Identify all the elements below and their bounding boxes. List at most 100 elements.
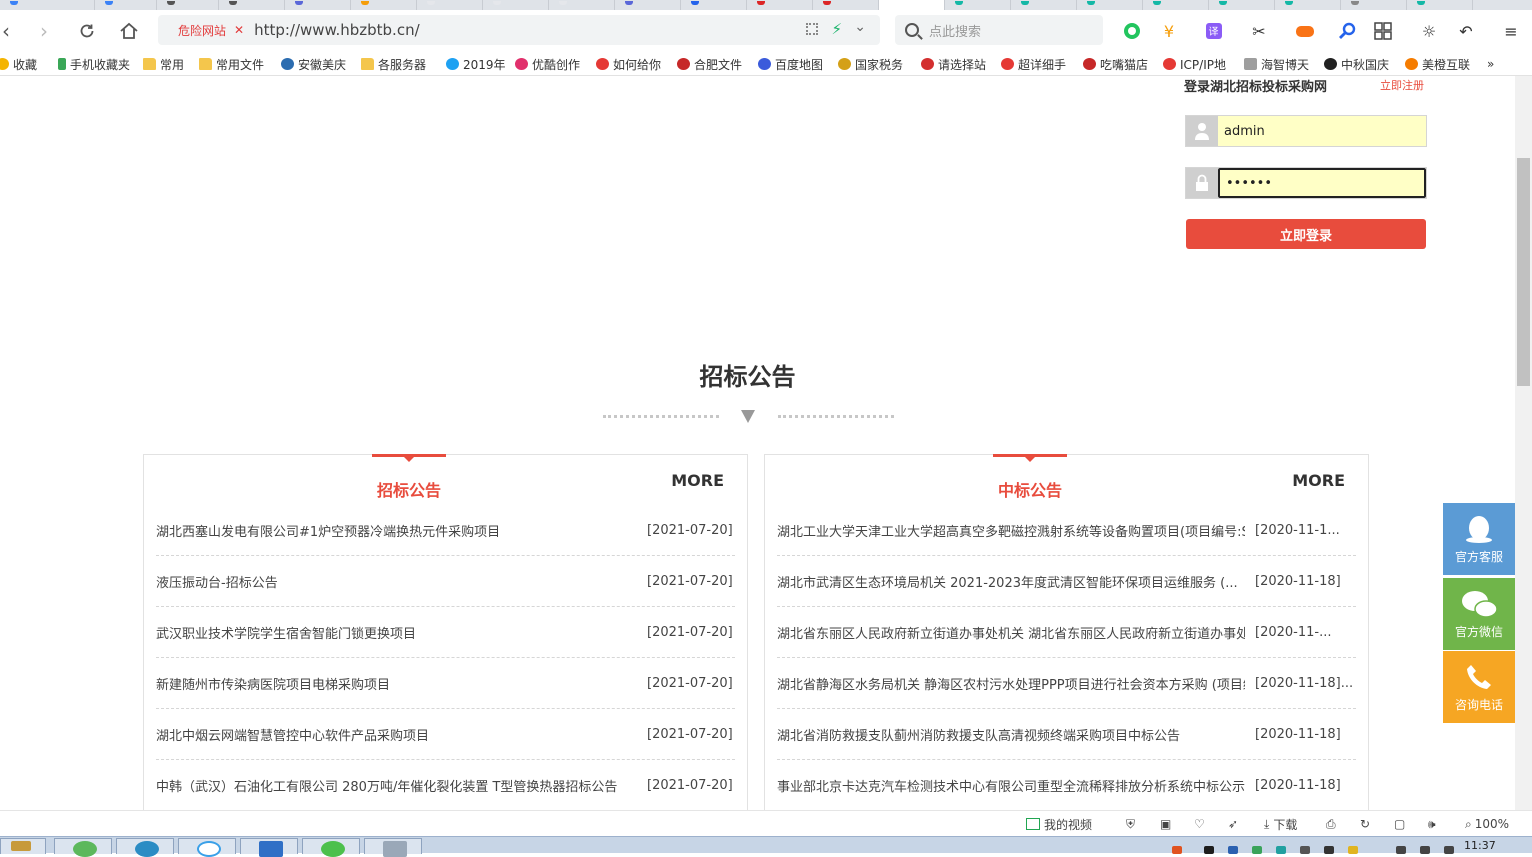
browser-tab[interactable] [1209, 0, 1275, 10]
announcement-title[interactable]: 湖北省静海区水务局机关 静海区农村污水处理PPP项目进行社会资本方采购 (项目编… [777, 674, 1245, 693]
announcement-row[interactable]: 湖北省东丽区人民政府新立街道办事处机关 湖北省东丽区人民政府新立街道办事处202… [777, 607, 1356, 658]
login-button[interactable]: 立即登录 [1186, 219, 1426, 249]
my-video-button[interactable]: 我的视频 [1026, 816, 1092, 832]
announcement-title[interactable]: 湖北省消防救援支队蓟州消防救援支队高清视频终端采购项目中标公告 [777, 725, 1180, 744]
announcement-row[interactable]: 湖北省消防救援支队蓟州消防救援支队高清视频终端采购项目中标公告 [2020-11-… [777, 709, 1356, 760]
announcement-title[interactable]: 武汉职业技术学院学生宿舍智能门锁更换项目 [156, 623, 416, 642]
announcement-row[interactable]: 湖北省静海区水务局机关 静海区农村污水处理PPP项目进行社会资本方采购 (项目编… [777, 658, 1356, 709]
print-icon[interactable]: ⎙ [1326, 816, 1336, 832]
more-link[interactable]: MORE [1292, 471, 1345, 490]
brightness-icon[interactable]: ☼ [1418, 20, 1440, 42]
taskbar-item[interactable] [240, 838, 298, 857]
announcement-title[interactable]: 新建随州市传染病医院项目电梯采购项目 [156, 674, 390, 693]
url-bar[interactable]: 危险网站 ✕ http://www.hbzbtb.cn/ ⚡ ⌄ [158, 15, 880, 45]
announcement-row[interactable]: 湖北工业大学天津工业大学超高真空多靶磁控溅射系统等设备购置项目(项目编号:SHG… [777, 505, 1356, 556]
bookmark-item[interactable]: 优酷创作 [515, 56, 580, 72]
browser-tab[interactable] [681, 0, 747, 10]
zoom-control[interactable]: ⌕ 100% [1465, 816, 1509, 832]
forward-icon[interactable]: › [32, 19, 56, 43]
bookmark-item[interactable]: 国家税务 [838, 56, 903, 72]
coupon-icon[interactable]: ¥ [1158, 20, 1180, 42]
browser-tab-active[interactable] [879, 0, 945, 10]
username-input[interactable] [1218, 116, 1426, 146]
browser-tab[interactable] [483, 0, 549, 10]
search-box[interactable]: 点此搜索 [895, 15, 1103, 45]
page-scrollbar[interactable] [1515, 76, 1532, 810]
bookmark-item[interactable]: 吃嘴猫店 [1083, 56, 1148, 72]
chevron-down-icon[interactable]: ⌄ [854, 19, 866, 35]
find-icon[interactable] [1336, 20, 1358, 42]
browser-tab[interactable] [417, 0, 483, 10]
browser-tab[interactable] [157, 0, 219, 10]
announcement-title[interactable]: 湖北省东丽区人民政府新立街道办事处机关 湖北省东丽区人民政府新立街道办事处202… [777, 623, 1245, 642]
browser-tab[interactable] [1407, 0, 1473, 10]
taskbar-item[interactable] [302, 838, 360, 857]
announcement-row[interactable]: 武汉职业技术学院学生宿舍智能门锁更换项目 [2021-07-20] [156, 607, 735, 658]
more-link[interactable]: MORE [671, 471, 724, 490]
refresh-icon[interactable] [75, 19, 99, 43]
taskbar-item[interactable] [54, 838, 112, 857]
official-wechat-button[interactable]: 官方微信 [1443, 578, 1515, 650]
browser-tab[interactable] [285, 0, 351, 10]
browser-tab[interactable] [1077, 0, 1143, 10]
panel-title[interactable]: 中标公告 [998, 477, 1062, 501]
translate-icon[interactable]: 译 [1203, 20, 1225, 42]
panel-title[interactable]: 招标公告 [377, 477, 441, 501]
bookmark-item[interactable]: » [1487, 56, 1494, 72]
bookmark-item[interactable]: 合肥文件 [677, 56, 742, 72]
announcement-row[interactable]: 中韩（武汉）石油化工有限公司 280万吨/年催化裂化装置 T型管换热器招标公告 [… [156, 760, 735, 810]
bookmark-item[interactable]: 常用 [143, 56, 184, 72]
announcement-title[interactable]: 湖北市武清区生态环境局机关 2021-2023年度武清区智能环保项目运维服务 (… [777, 572, 1238, 591]
announcement-row[interactable]: 新建随州市传染病医院项目电梯采购项目 [2021-07-20] [156, 658, 735, 709]
taskbar-item[interactable] [116, 838, 174, 857]
announcement-row[interactable]: 液压振动台-招标公告 [2021-07-20] [156, 556, 735, 607]
qrcode-icon[interactable] [806, 23, 818, 35]
announcement-title[interactable]: 湖北中烟云网端智慧管控中心软件产品采购项目 [156, 725, 429, 744]
heart-icon[interactable]: ♡ [1194, 816, 1205, 832]
browser-tab[interactable] [549, 0, 615, 10]
browser-tab[interactable] [1143, 0, 1209, 10]
taskbar-item[interactable] [364, 838, 422, 857]
bookmark-item[interactable]: 中秋国庆 [1324, 56, 1389, 72]
announcement-row[interactable]: 湖北西塞山发电有限公司#1炉空预器冷端换热元件采购项目 [2021-07-20] [156, 505, 735, 556]
announcement-title[interactable]: 液压振动台-招标公告 [156, 572, 278, 591]
bookmark-item[interactable]: 安徽美庆 [281, 56, 346, 72]
scrollbar-thumb[interactable] [1517, 158, 1530, 386]
announcement-title[interactable]: 事业部北京卡达克汽车检测技术中心有限公司重型全流稀释排放分析系统中标公示 [777, 776, 1245, 795]
bookmark-item[interactable]: 手机收藏夹 [58, 56, 130, 72]
image-icon[interactable]: ▣ [1160, 816, 1171, 832]
bookmark-item[interactable]: 美橙互联 [1405, 56, 1470, 72]
phone-consult-button[interactable]: 咨询电话 [1443, 651, 1515, 723]
announcement-title[interactable]: 湖北工业大学天津工业大学超高真空多靶磁控溅射系统等设备购置项目(项目编号:SHG… [777, 521, 1245, 540]
scissors-icon[interactable]: ✂ [1248, 20, 1270, 42]
bookmark-item[interactable]: ICP/IP地 [1163, 56, 1226, 72]
menu-icon[interactable]: ≡ [1500, 20, 1522, 42]
browser-tab[interactable] [945, 0, 1011, 10]
announcement-row[interactable]: 湖北市武清区生态环境局机关 2021-2023年度武清区智能环保项目运维服务 (… [777, 556, 1356, 607]
bookmark-item[interactable]: 常用文件 [199, 56, 264, 72]
bookmark-item[interactable]: 如何给你 [596, 56, 661, 72]
taskbar-item[interactable] [178, 838, 236, 857]
back-icon[interactable]: ‹ [0, 19, 18, 43]
url-text[interactable]: http://www.hbzbtb.cn/ [254, 21, 420, 39]
browser-tab[interactable] [351, 0, 417, 10]
extension-green-icon[interactable] [1121, 20, 1143, 42]
bookmark-item[interactable]: 超详细手 [1001, 56, 1066, 72]
browser-tab[interactable] [1011, 0, 1077, 10]
home-icon[interactable] [117, 19, 141, 43]
customer-service-button[interactable]: 官方客服 [1443, 503, 1515, 575]
apps-grid-icon[interactable] [1372, 20, 1394, 42]
taskbar-item[interactable] [0, 838, 46, 854]
browser-tab[interactable] [813, 0, 879, 10]
announcement-title[interactable]: 湖北西塞山发电有限公司#1炉空预器冷端换热元件采购项目 [156, 521, 500, 540]
bookmark-item[interactable]: 2019年 [446, 56, 506, 72]
sync-icon[interactable]: ↻ [1360, 816, 1370, 832]
undo-icon[interactable]: ↶ [1455, 20, 1477, 42]
announcement-title[interactable]: 中韩（武汉）石油化工有限公司 280万吨/年催化裂化装置 T型管换热器招标公告 [156, 776, 617, 795]
browser-tab[interactable] [1275, 0, 1341, 10]
bookmark-item[interactable]: 海智博天 [1244, 56, 1309, 72]
bookmark-item[interactable]: 各服务器 [361, 56, 426, 72]
rocket-icon[interactable]: ➶ [1228, 816, 1238, 832]
shield-icon[interactable]: ⛨ [1126, 816, 1135, 832]
register-link[interactable]: 立即注册 [1380, 77, 1424, 93]
